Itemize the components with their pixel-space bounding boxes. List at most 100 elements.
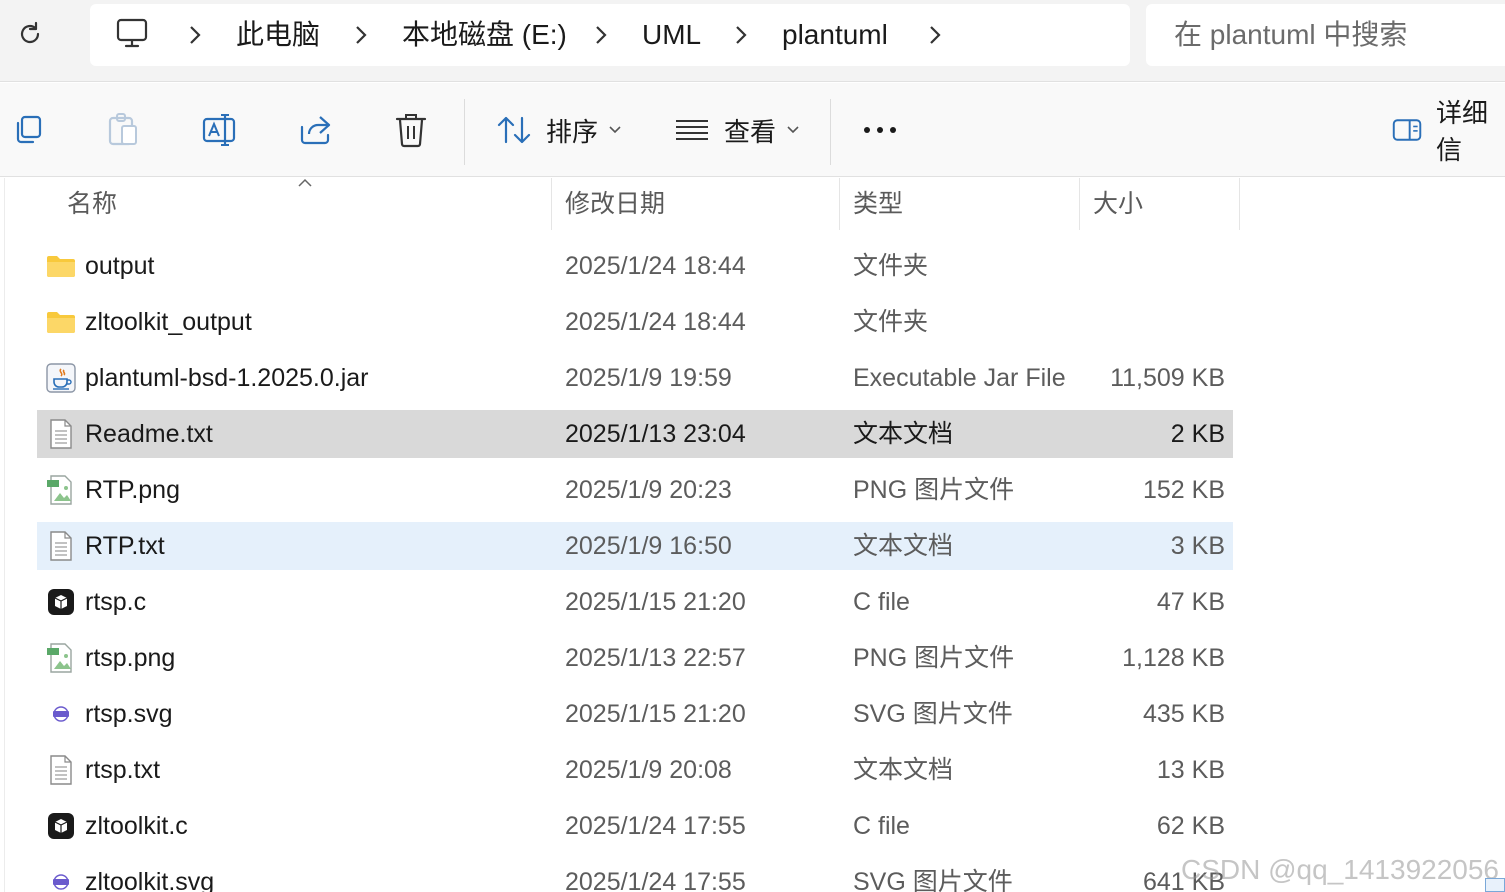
- computer-icon: [116, 18, 148, 48]
- column-header-size[interactable]: 大小: [1093, 178, 1143, 230]
- file-type: 文本文档: [853, 420, 954, 448]
- text-file-icon: [45, 530, 77, 562]
- png-file-icon: [45, 474, 77, 506]
- details-label: 详细信: [1436, 98, 1489, 165]
- column-header-date[interactable]: 修改日期: [565, 178, 665, 230]
- file-size: 152 KB: [1142, 476, 1225, 504]
- chevron-right-icon[interactable]: [186, 24, 204, 46]
- text-file-icon: [45, 418, 77, 450]
- view-button[interactable]: 查看: [674, 105, 800, 155]
- file-name: rtsp.png: [85, 644, 176, 672]
- toolbar-divider: [464, 99, 465, 165]
- file-name: rtsp.txt: [85, 756, 161, 784]
- file-size: 1,128 KB: [1122, 644, 1225, 672]
- file-size: 47 KB: [1156, 588, 1225, 616]
- file-row[interactable]: Readme.txt 2025/1/13 23:04 文本文档 2 KB: [37, 410, 1233, 458]
- file-row[interactable]: rtsp.png 2025/1/13 22:57 PNG 图片文件 1,128 KB: [37, 634, 1233, 682]
- breadcrumb-item-local-disk[interactable]: 本地磁盘 (E:): [402, 4, 567, 66]
- file-date: 2025/1/15 21:20: [565, 588, 746, 616]
- file-name: output: [85, 252, 155, 280]
- share-button[interactable]: [298, 105, 334, 155]
- file-type: PNG 图片文件: [853, 644, 1015, 672]
- file-type: PNG 图片文件: [853, 476, 1015, 504]
- column-divider[interactable]: [1239, 178, 1240, 230]
- file-name: rtsp.c: [85, 588, 147, 616]
- column-header-name[interactable]: 名称: [67, 178, 117, 230]
- refresh-icon: [20, 21, 40, 44]
- copy-button[interactable]: [12, 105, 44, 155]
- png-file-icon: [45, 642, 77, 674]
- file-name: rtsp.svg: [85, 700, 173, 728]
- svg-file-icon: [45, 698, 77, 730]
- refresh-button[interactable]: [10, 14, 50, 54]
- chevron-right-icon[interactable]: [732, 24, 750, 46]
- file-type: SVG 图片文件: [853, 700, 1013, 728]
- file-type: 文件夹: [853, 252, 929, 280]
- file-date: 2025/1/9 16:50: [565, 532, 732, 560]
- column-divider[interactable]: [1079, 178, 1080, 230]
- breadcrumb-item-plantuml[interactable]: plantuml: [782, 4, 888, 66]
- file-date: 2025/1/9 20:08: [565, 756, 732, 784]
- java-jar-icon: [45, 362, 77, 394]
- address-bar-row: 此电脑 本地磁盘 (E:) UML plantuml: [0, 0, 1505, 82]
- file-date: 2025/1/24 18:44: [565, 308, 746, 336]
- watermark: CSDN @qq_1413922056: [1181, 854, 1499, 885]
- chevron-right-icon[interactable]: [926, 24, 944, 46]
- breadcrumb-item-uml[interactable]: UML: [642, 4, 701, 66]
- file-row[interactable]: RTP.png 2025/1/9 20:23 PNG 图片文件 152 KB: [37, 466, 1233, 514]
- delete-button[interactable]: [394, 105, 428, 155]
- details-pane-icon: [1392, 119, 1422, 141]
- file-date: 2025/1/24 18:44: [565, 252, 746, 280]
- file-row[interactable]: zltoolkit.svg 2025/1/24 17:55 SVG 图片文件 641 …: [37, 858, 1233, 892]
- column-divider[interactable]: [551, 178, 552, 230]
- text-file-icon: [45, 754, 77, 786]
- file-row[interactable]: rtsp.svg 2025/1/15 21:20 SVG 图片文件 435 KB: [37, 690, 1233, 738]
- more-options-button[interactable]: [862, 105, 898, 155]
- sort-button[interactable]: 排序: [496, 105, 622, 155]
- details-pane-button[interactable]: 详细信: [1392, 98, 1505, 165]
- file-date: 2025/1/9 20:23: [565, 476, 732, 504]
- resize-corner[interactable]: [1485, 878, 1505, 892]
- file-type: SVG 图片文件: [853, 868, 1013, 892]
- file-name: plantuml-bsd-1.2025.0.jar: [85, 364, 369, 392]
- file-size: 11,509 KB: [1110, 364, 1225, 392]
- c-file-icon: [45, 586, 77, 618]
- file-date: 2025/1/13 22:57: [565, 644, 746, 672]
- file-name: RTP.png: [85, 476, 180, 504]
- breadcrumb-item-this-pc[interactable]: 此电脑: [236, 4, 320, 66]
- file-type: C file: [853, 812, 910, 840]
- toolbar-divider: [830, 99, 831, 165]
- chevron-right-icon[interactable]: [352, 24, 370, 46]
- file-date: 2025/1/24 17:55: [565, 812, 746, 840]
- sort-ascending-icon: [298, 178, 312, 187]
- file-date: 2025/1/13 23:04: [565, 420, 746, 448]
- file-type: C file: [853, 588, 910, 616]
- breadcrumb[interactable]: 此电脑 本地磁盘 (E:) UML plantuml: [90, 4, 1130, 66]
- share-icon: [300, 116, 331, 145]
- chevron-right-icon[interactable]: [592, 24, 610, 46]
- column-header-type[interactable]: 类型: [853, 178, 903, 230]
- rename-button[interactable]: [202, 105, 238, 155]
- search-input[interactable]: [1174, 4, 1504, 66]
- file-row[interactable]: output 2025/1/24 18:44 文件夹: [37, 242, 1233, 290]
- search-box[interactable]: [1146, 4, 1505, 66]
- file-row[interactable]: zltoolkit_output 2025/1/24 18:44 文件夹: [37, 298, 1233, 346]
- file-name: RTP.txt: [85, 532, 165, 560]
- file-row[interactable]: rtsp.txt 2025/1/9 20:08 文本文档 13 KB: [37, 746, 1233, 794]
- folder-icon: [45, 250, 77, 282]
- folder-icon: [45, 306, 77, 338]
- file-row[interactable]: zltoolkit.c 2025/1/24 17:55 C file 62 KB: [37, 802, 1233, 850]
- file-size: 435 KB: [1142, 700, 1225, 728]
- file-row[interactable]: plantuml-bsd-1.2025.0.jar 2025/1/9 19:59 E…: [37, 354, 1233, 402]
- file-name: zltoolkit.c: [85, 812, 188, 840]
- sort-label: 排序: [546, 116, 599, 147]
- column-divider[interactable]: [839, 178, 840, 230]
- file-type: 文本文档: [853, 756, 954, 784]
- view-label: 查看: [724, 116, 777, 147]
- paste-button[interactable]: [106, 105, 140, 155]
- file-name: zltoolkit_output: [85, 308, 252, 336]
- file-date: 2025/1/24 17:55: [565, 868, 746, 892]
- file-row[interactable]: rtsp.c 2025/1/15 21:20 C file 47 KB: [37, 578, 1233, 626]
- file-name: Readme.txt: [85, 420, 213, 448]
- file-row[interactable]: RTP.txt 2025/1/9 16:50 文本文档 3 KB: [37, 522, 1233, 570]
